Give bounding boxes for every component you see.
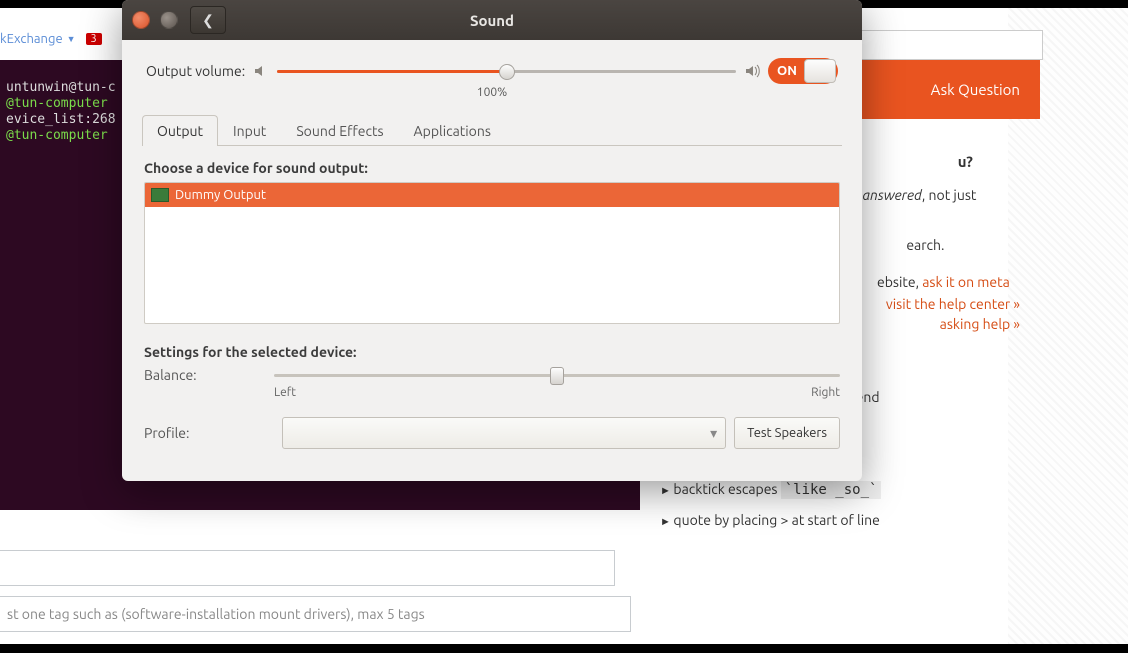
chevron-down-icon: ▾ [710, 425, 717, 442]
notification-badge[interactable]: 3 [86, 33, 102, 45]
balance-label: Balance: [144, 367, 274, 383]
device-row-dummy-output[interactable]: Dummy Output [145, 183, 839, 207]
switch-knob [804, 59, 836, 83]
tab-sound-effects[interactable]: Sound Effects [281, 115, 398, 146]
sound-settings-dialog: ❮ Sound Output volume: ON [122, 0, 862, 481]
volume-percent: 100% [132, 86, 852, 99]
output-volume-label: Output volume: [146, 63, 245, 79]
close-icon[interactable] [132, 11, 150, 29]
output-device-list[interactable]: Dummy Output [144, 182, 840, 324]
tags-placeholder: st one tag such as (software-installatio… [7, 606, 425, 622]
tip-row: quote by placing > at start of line [660, 509, 1020, 532]
sound-tabs: Output Input Sound Effects Applications [142, 115, 842, 146]
balance-slider[interactable] [274, 366, 840, 384]
dialog-titlebar[interactable]: ❮ Sound [122, 0, 862, 40]
back-button[interactable]: ❮ [190, 6, 226, 34]
tab-output[interactable]: Output [142, 115, 218, 146]
balance-right-label: Right [811, 386, 840, 399]
balance-left-label: Left [274, 386, 296, 399]
test-speakers-button[interactable]: Test Speakers [734, 417, 840, 449]
profile-label: Profile: [144, 425, 274, 441]
output-volume-row: Output volume: ON [132, 58, 852, 84]
stackexchange-label: kExchange [0, 32, 63, 46]
device-name: Dummy Output [175, 188, 266, 202]
asking-help-link[interactable]: asking help » [940, 316, 1020, 332]
balance-endpoints: Left Right [274, 386, 840, 399]
output-volume-slider[interactable] [277, 62, 736, 80]
profile-select[interactable]: ▾ [282, 417, 726, 449]
minimize-icon[interactable] [160, 11, 178, 29]
dialog-title: Sound [122, 12, 862, 29]
window-chrome-bottom [0, 644, 1128, 653]
tab-applications[interactable]: Applications [399, 115, 506, 146]
chevron-left-icon: ❮ [202, 12, 214, 29]
chevron-down-icon: ▼ [67, 34, 76, 44]
help-center-link[interactable]: visit the help center » [886, 296, 1020, 312]
tab-input[interactable]: Input [218, 115, 281, 146]
tags-input[interactable]: st one tag such as (software-installatio… [0, 596, 631, 632]
stackexchange-menu[interactable]: kExchange ▼ 3 [0, 32, 102, 46]
meta-link[interactable]: ask it on meta [922, 274, 1010, 290]
output-mute-switch[interactable]: ON [768, 58, 838, 84]
selected-device-settings-label: Settings for the selected device: [144, 344, 840, 360]
speaker-high-icon [744, 63, 760, 79]
ask-question-button[interactable]: Ask Question [931, 60, 1020, 119]
choose-device-label: Choose a device for sound output: [144, 160, 840, 176]
switch-on-label: ON [770, 64, 804, 78]
output-panel: Choose a device for sound output: Dummy … [132, 146, 852, 463]
body-textarea[interactable] [0, 550, 615, 586]
sound-card-icon [151, 188, 169, 202]
speaker-low-icon [253, 63, 269, 79]
tip-row: backtick escapes `like _so_` [660, 478, 1020, 501]
